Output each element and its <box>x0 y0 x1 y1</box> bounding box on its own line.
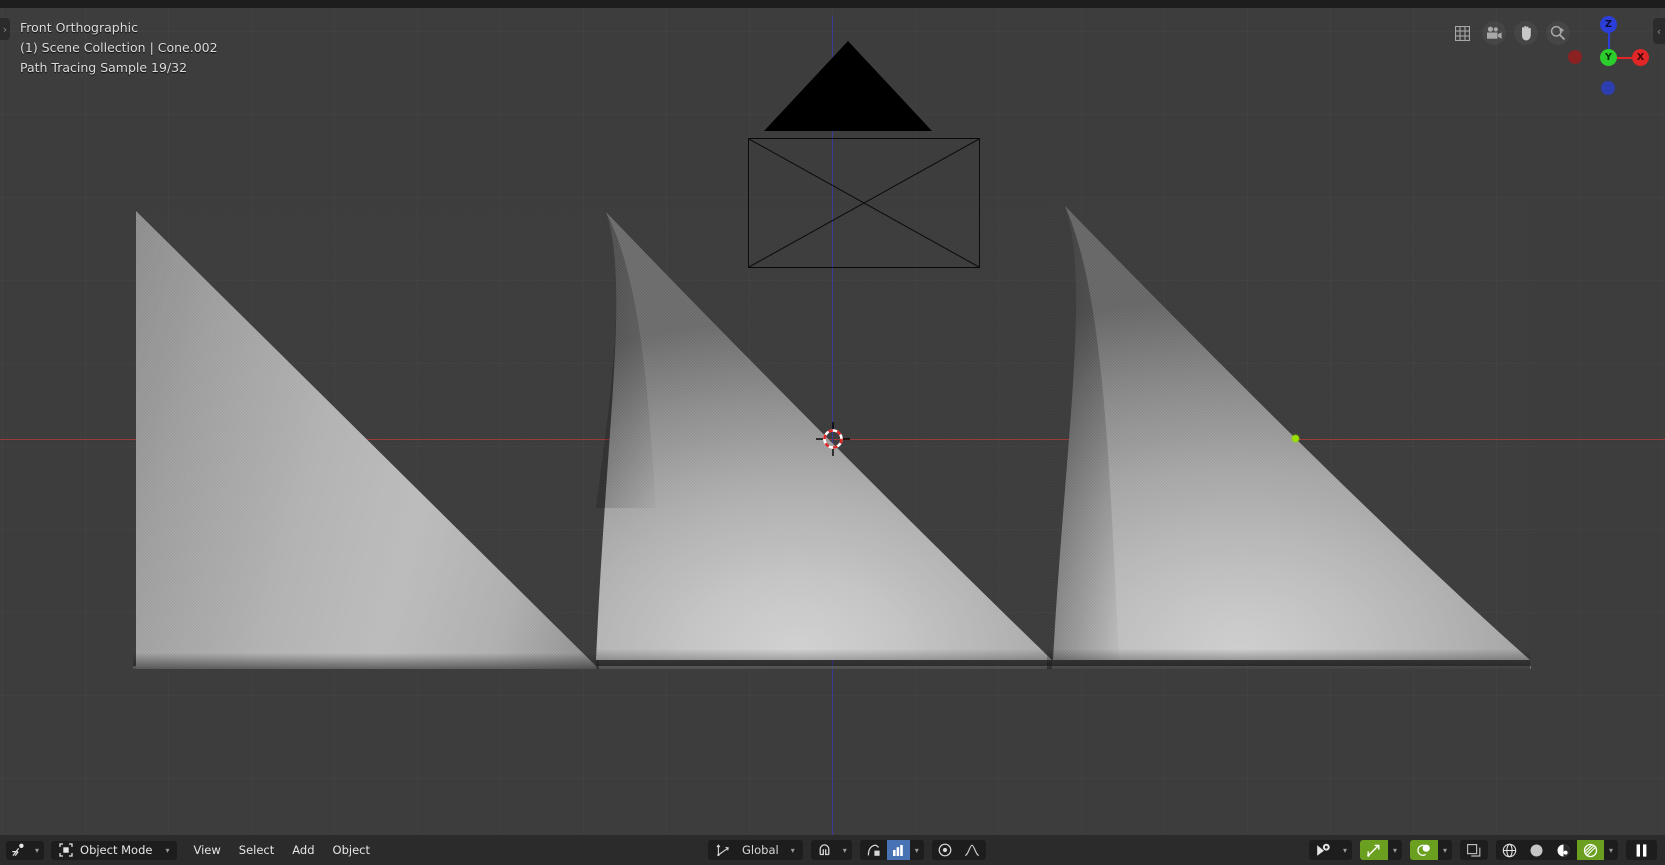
xray-icon[interactable] <box>1460 840 1488 860</box>
snap-target-active[interactable] <box>886 840 910 860</box>
axis-navigation-gizmo[interactable]: Z Y X <box>1568 11 1650 95</box>
cone-1-noise <box>133 211 599 669</box>
3d-cursor[interactable] <box>816 422 850 456</box>
menu-select[interactable]: Select <box>231 841 282 860</box>
proportional-chevron[interactable]: ▾ <box>910 840 924 860</box>
falloff-group <box>931 840 986 860</box>
gizmo-axis-neg-z[interactable] <box>1601 81 1615 95</box>
interaction-mode-selector[interactable]: Object Mode ▾ <box>51 840 178 860</box>
xray-group <box>1459 840 1488 860</box>
gizmo-toggle-group: ▾ <box>1359 840 1402 860</box>
orientation-axes-icon <box>708 840 736 860</box>
gizmo-axis-x[interactable]: X <box>1632 49 1649 66</box>
object-visibility-chevron[interactable]: ▾ <box>1338 840 1352 860</box>
menu-add[interactable]: Add <box>284 841 322 860</box>
shading-chevron[interactable]: ▾ <box>1604 840 1618 860</box>
camera-frame-diagonals <box>749 139 979 267</box>
cone-2-base-shadow <box>596 649 1052 669</box>
cone-3-noise <box>1047 202 1530 669</box>
camera-object[interactable] <box>748 41 980 271</box>
editor-type-icon <box>11 843 26 857</box>
object-visibility-icon[interactable] <box>1309 840 1338 860</box>
editor-type-chevron: ▾ <box>35 845 40 855</box>
wireframe-shading-icon[interactable] <box>1496 840 1523 860</box>
proportional-circle-icon[interactable] <box>932 840 958 860</box>
falloff-curve-icon[interactable] <box>958 840 986 860</box>
viewport-menus: View Select Add Object <box>185 841 378 860</box>
toggle-grid-icon[interactable] <box>1450 21 1474 45</box>
camera-up-triangle <box>764 41 932 131</box>
cone-3-base-shadow <box>1047 649 1530 669</box>
menu-view[interactable]: View <box>185 841 228 860</box>
pan-view-icon[interactable] <box>1514 21 1538 45</box>
gizmo-axis-z[interactable]: Z <box>1600 16 1617 33</box>
snapping-group: ▾ <box>810 840 852 860</box>
proportional-editing-group: ▾ <box>859 840 924 860</box>
cone-object-3[interactable] <box>1047 202 1530 669</box>
viewport-footer-toolbar: ▾ Object Mode ▾ View Select Add Object G… <box>0 835 1665 865</box>
rendered-shading-icon[interactable] <box>1576 840 1604 860</box>
object-visibility-group: ▾ <box>1308 840 1352 860</box>
interaction-mode-label: Object Mode <box>80 843 153 857</box>
gizmo-chevron[interactable]: ▾ <box>1388 840 1402 860</box>
shading-modes-group: ▾ <box>1495 840 1618 860</box>
sidebar-toggle-right[interactable]: ‹ <box>1653 18 1665 44</box>
transform-tools-group: Global ▾ ▾ ▾ <box>708 840 986 860</box>
editor-type-selector[interactable]: ▾ <box>6 840 45 860</box>
cone-object-1[interactable] <box>133 211 599 669</box>
transform-orientation-selector[interactable]: Global ▾ <box>708 840 803 860</box>
object-origin-dot[interactable] <box>1292 435 1299 442</box>
transform-orientation-label: Global <box>742 843 779 857</box>
viewport-display-controls: ▾ ▾ ▾ ▾ <box>1308 840 1657 860</box>
overlays-chevron[interactable]: ▾ <box>1438 840 1452 860</box>
mode-chevron: ▾ <box>165 845 170 855</box>
gizmo-icon[interactable] <box>1359 840 1388 860</box>
pause-render-group <box>1626 840 1657 860</box>
pause-render-icon[interactable] <box>1626 840 1657 860</box>
gizmo-axis-neg-x[interactable] <box>1568 50 1582 64</box>
viewport-nav-buttons <box>1450 21 1570 45</box>
overlays-group: ▾ <box>1409 840 1452 860</box>
gizmo-axis-y[interactable]: Y <box>1600 49 1617 66</box>
cone-1-base-shadow <box>133 653 599 669</box>
toolbar-toggle-left[interactable]: › <box>0 18 10 40</box>
zoom-view-icon[interactable] <box>1546 21 1570 45</box>
object-mode-icon <box>59 843 73 857</box>
solid-shading-icon[interactable] <box>1523 840 1550 860</box>
blender-window: Front Orthographic (1) Scene Collection … <box>0 0 1665 865</box>
camera-view-icon[interactable] <box>1482 21 1506 45</box>
proportional-edit-toggle-icon[interactable] <box>860 840 887 860</box>
3d-viewport[interactable]: Front Orthographic (1) Scene Collection … <box>0 8 1665 848</box>
overlays-icon[interactable] <box>1409 840 1438 860</box>
orientation-chevron[interactable]: ▾ <box>785 840 803 860</box>
snap-chevron[interactable]: ▾ <box>838 840 852 860</box>
snap-magnet-icon[interactable] <box>811 840 838 860</box>
menu-object[interactable]: Object <box>325 841 378 860</box>
camera-frame-rect <box>748 138 980 268</box>
material-preview-icon[interactable] <box>1550 840 1577 860</box>
